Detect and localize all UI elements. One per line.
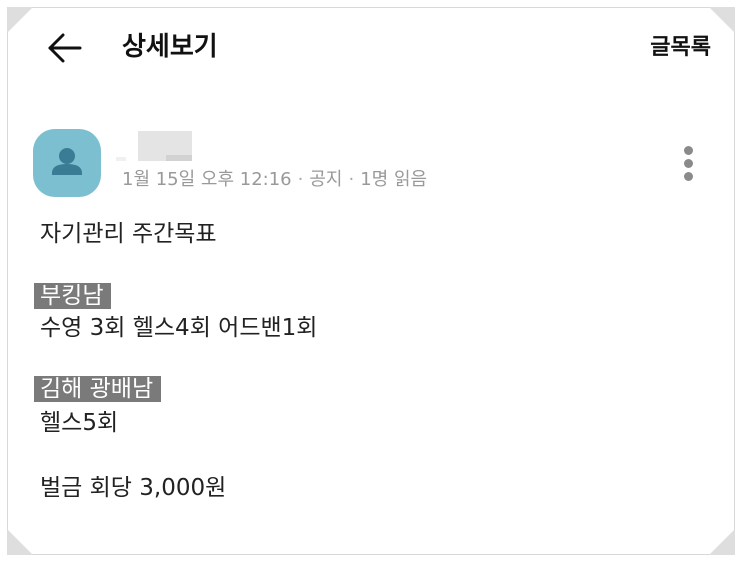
page-title: 상세보기 bbox=[122, 32, 218, 62]
avatar[interactable] bbox=[33, 129, 101, 197]
corner-fold bbox=[709, 7, 735, 33]
corner-fold bbox=[7, 7, 33, 33]
post-meta: 1월 15일 오후 12:16 · 공지 · 1명 읽음 bbox=[122, 166, 427, 194]
member-goal-line: 수영 3회 헬스4회 어드밴1회 bbox=[40, 315, 318, 341]
member-name-highlight: 부킹남 bbox=[34, 283, 112, 309]
list-button[interactable]: 글목록 bbox=[650, 32, 711, 64]
member-name-highlight: 김해 광배남 bbox=[34, 376, 162, 402]
back-button[interactable] bbox=[44, 28, 84, 68]
member-goal-line: 헬스5회 bbox=[40, 410, 119, 436]
post-category: 공지 bbox=[309, 169, 343, 190]
meta-separator: · bbox=[348, 169, 355, 190]
arrow-left-icon bbox=[48, 33, 82, 63]
post-date: 1월 15일 오후 12:16 bbox=[122, 169, 292, 190]
more-options-button[interactable] bbox=[674, 142, 704, 184]
author-name-redacted bbox=[116, 131, 192, 161]
corner-fold bbox=[7, 529, 33, 555]
member-name-line: 김해 광배남 bbox=[34, 373, 162, 405]
person-icon bbox=[52, 148, 82, 175]
read-count[interactable]: 1명 읽음 bbox=[360, 169, 427, 190]
member-name-line: 부킹남 bbox=[34, 280, 112, 312]
post-subject: 자기관리 주간목표 bbox=[40, 221, 217, 247]
corner-fold bbox=[709, 529, 735, 555]
meta-separator: · bbox=[297, 169, 304, 190]
penalty-line: 벌금 회당 3,000원 bbox=[40, 475, 227, 501]
